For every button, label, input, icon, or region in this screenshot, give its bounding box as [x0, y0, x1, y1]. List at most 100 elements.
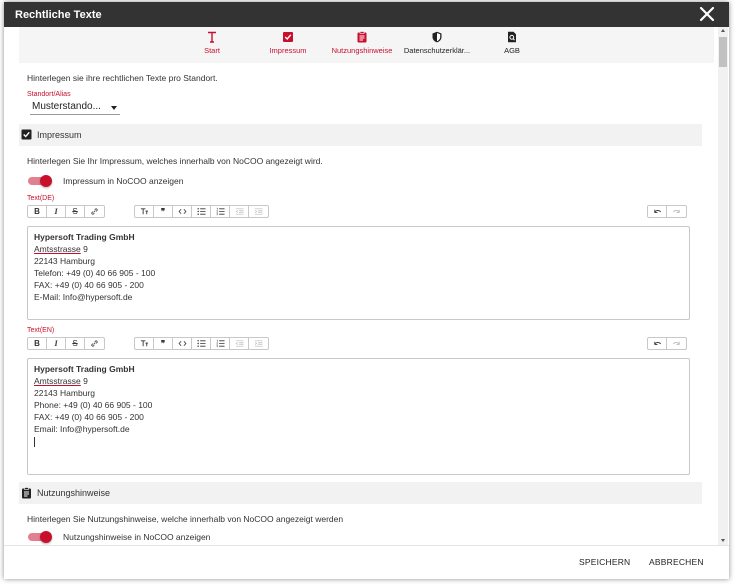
- tab-label: Start: [204, 46, 220, 55]
- block-group: ❞: [134, 205, 269, 218]
- editor-line: 22143 Hamburg: [34, 256, 95, 266]
- tab-agb[interactable]: AGB: [500, 31, 524, 55]
- doc-search-icon: [508, 31, 516, 43]
- undo-icon: [653, 341, 661, 345]
- scrollbar-thumb[interactable]: [719, 37, 727, 67]
- indent-icon: [254, 208, 263, 215]
- section-nutzungshinweise: Nutzungshinweise: [19, 482, 702, 504]
- section-title: Nutzungshinweise: [37, 488, 111, 498]
- nutzung-description: Hinterlegen Sie Nutzungshinweise, welche…: [27, 514, 344, 524]
- tab-nutzungshinweise[interactable]: Nutzungshinweise: [330, 31, 394, 55]
- section-impressum: Impressum: [19, 124, 702, 146]
- undo-button[interactable]: [648, 206, 667, 217]
- clipboard-icon: [22, 487, 31, 499]
- strike-button[interactable]: S: [66, 206, 85, 217]
- undo-icon: [653, 209, 661, 213]
- numbered-list-button[interactable]: [211, 338, 230, 349]
- editor-line: FAX: +49 (0) 40 66 905 - 200: [34, 280, 144, 290]
- dialog-title: Rechtliche Texte: [15, 9, 102, 21]
- nutzung-toggle[interactable]: [28, 531, 52, 543]
- bullet-list-button[interactable]: [192, 338, 211, 349]
- toggle-knob: [40, 175, 52, 187]
- close-icon[interactable]: [699, 6, 715, 22]
- code-icon: [178, 340, 186, 347]
- numbered-list-icon: [215, 339, 225, 348]
- section-title: Impressum: [37, 130, 82, 140]
- tab-start[interactable]: Start: [197, 31, 227, 55]
- location-select[interactable]: Musterstando...: [30, 100, 120, 115]
- text-cursor-icon: [208, 31, 216, 43]
- editor-line: Amtsstrasse 9: [34, 376, 88, 386]
- undo-button[interactable]: [648, 338, 667, 349]
- code-button[interactable]: [173, 338, 192, 349]
- heading-button[interactable]: [135, 338, 154, 349]
- format-group: B I S: [27, 337, 105, 350]
- redo-icon: [672, 209, 680, 213]
- history-group: [647, 337, 687, 350]
- outdent-button[interactable]: [230, 206, 249, 217]
- outdent-button[interactable]: [230, 338, 249, 349]
- editor-line: Email: Info@hypersoft.de: [34, 424, 130, 434]
- bold-button[interactable]: B: [28, 338, 47, 349]
- redo-button[interactable]: [667, 206, 686, 217]
- editor-en[interactable]: Hypersoft Trading GmbH Amtsstrasse 9 221…: [27, 358, 690, 475]
- heading-icon: [140, 340, 148, 347]
- code-icon: [178, 208, 186, 215]
- intro-text: Hinterlegen sie ihre rechtlichen Texte p…: [27, 73, 218, 83]
- bullet-list-icon: [196, 340, 206, 347]
- heading-button[interactable]: [135, 206, 154, 217]
- link-button[interactable]: [85, 206, 104, 217]
- footer: SPEICHERN ABBRECHEN: [4, 545, 729, 579]
- indent-button[interactable]: [249, 338, 268, 349]
- tab-label: Nutzungshinweise: [331, 46, 393, 55]
- history-group: [647, 205, 687, 218]
- impressum-toggle[interactable]: [28, 175, 52, 187]
- tab-datenschutz[interactable]: Datenschutzerklär...: [402, 31, 472, 55]
- quote-button[interactable]: ❞: [154, 206, 173, 217]
- editor-line: Hypersoft Trading GmbH: [34, 364, 135, 374]
- impressum-description: Hinterlegen Sie Ihr Impressum, welches i…: [27, 156, 323, 166]
- impressum-toggle-label: Impressum in NoCOO anzeigen: [63, 176, 184, 186]
- scroll-down-icon[interactable]: [721, 539, 725, 542]
- numbered-list-icon: [215, 207, 225, 216]
- editor-line: E-Mail: Info@hypersoft.de: [34, 292, 133, 302]
- checkbox-icon: [21, 129, 32, 140]
- strike-button[interactable]: S: [66, 338, 85, 349]
- numbered-list-button[interactable]: [211, 206, 230, 217]
- link-button[interactable]: [85, 338, 104, 349]
- dialog: Rechtliche Texte Start Impressum Nutzung…: [4, 2, 729, 579]
- link-icon: [91, 208, 98, 215]
- italic-button[interactable]: I: [47, 206, 66, 217]
- redo-icon: [672, 341, 680, 345]
- editor-line: Amtsstrasse 9: [34, 244, 88, 254]
- bold-button[interactable]: B: [28, 206, 47, 217]
- block-group: ❞: [134, 337, 269, 350]
- editor-line: Phone: +49 (0) 40 66 905 - 100: [34, 400, 153, 410]
- italic-button[interactable]: I: [47, 338, 66, 349]
- scroll-up-icon[interactable]: [721, 29, 725, 32]
- chevron-down-icon: [111, 106, 117, 110]
- checkbox-icon: [283, 32, 293, 42]
- cancel-button[interactable]: ABBRECHEN: [649, 557, 704, 567]
- editor-line: Telefon: +49 (0) 40 66 905 - 100: [34, 268, 156, 278]
- quote-button[interactable]: ❞: [154, 338, 173, 349]
- bullet-list-button[interactable]: [192, 206, 211, 217]
- indent-button[interactable]: [249, 206, 268, 217]
- clipboard-icon: [357, 31, 367, 43]
- editor-line: 22143 Hamburg: [34, 388, 95, 398]
- tab-impressum[interactable]: Impressum: [263, 31, 313, 55]
- save-button[interactable]: SPEICHERN: [579, 557, 630, 567]
- outdent-icon: [235, 208, 244, 215]
- scrollbar[interactable]: [718, 27, 728, 545]
- redo-button[interactable]: [667, 338, 686, 349]
- bullet-list-icon: [196, 208, 206, 215]
- format-group: B I S: [27, 205, 105, 218]
- tab-label: Impressum: [269, 46, 307, 55]
- code-button[interactable]: [173, 206, 192, 217]
- shield-icon: [432, 31, 442, 43]
- tab-label: AGB: [504, 46, 520, 55]
- location-value: Musterstando...: [32, 101, 101, 112]
- editor-de[interactable]: Hypersoft Trading GmbH Amtsstrasse 9 221…: [27, 226, 690, 320]
- scroll-area[interactable]: Start Impressum Nutzungshinweise Datensc…: [4, 27, 729, 545]
- outdent-icon: [235, 340, 244, 347]
